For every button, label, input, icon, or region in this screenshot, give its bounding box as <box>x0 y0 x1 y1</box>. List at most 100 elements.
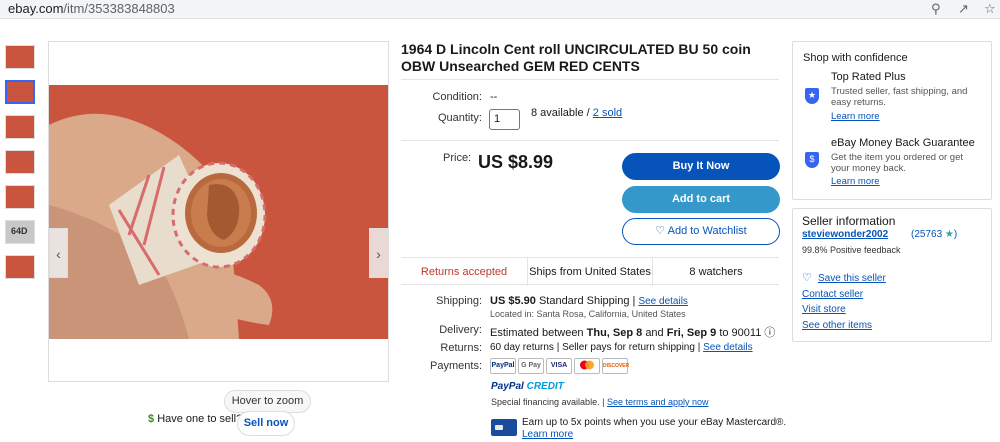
info-icon[interactable]: ⓘ <box>764 327 775 339</box>
condition-label: Condition: <box>432 91 482 103</box>
see-other-items-link[interactable]: See other items <box>802 320 872 331</box>
item-location: Located in: Santa Rosa, California, Unit… <box>490 309 686 319</box>
contact-seller-link[interactable]: Contact seller <box>802 289 863 300</box>
shipping-see-details-link[interactable]: See details <box>638 296 687 307</box>
item-title: 1964 D Lincoln Cent roll UNCIRCULATED BU… <box>401 41 751 74</box>
shipping-cost: US $5.90 <box>490 295 536 307</box>
returns-info: 60 day returns | Seller pays for return … <box>490 342 753 353</box>
thumbnail[interactable] <box>5 185 35 209</box>
add-to-watchlist-button[interactable]: ♡ Add to Watchlist <box>622 218 780 245</box>
shipping-method: Standard Shipping <box>538 295 630 307</box>
mastercard-promo: Earn up to 5x points when you use your e… <box>522 417 786 441</box>
previous-image-button[interactable]: ‹ <box>49 228 68 278</box>
google-pay-icon: G Pay <box>518 358 544 374</box>
financing-text: Special financing available. | <box>491 397 605 407</box>
returns-label: Returns: <box>440 342 482 354</box>
sell-now-button[interactable]: Sell now <box>237 411 295 436</box>
zoom-icon[interactable]: ⚲ <box>931 1 941 17</box>
price-value: US $8.99 <box>478 152 554 172</box>
payments-label: Payments: <box>430 360 482 372</box>
credit-card-icon <box>491 419 517 436</box>
top-rated-title: Top Rated Plus <box>831 71 906 83</box>
share-icon[interactable]: ↗ <box>958 1 969 17</box>
heart-icon: ♡ <box>655 225 666 237</box>
buy-it-now-button[interactable]: Buy It Now <box>622 153 780 180</box>
dollar-icon: $ <box>148 413 155 425</box>
shipping-info: US $5.90 Standard Shipping | See details <box>490 295 688 307</box>
mastercard-learn-more-link[interactable]: Learn more <box>522 429 786 441</box>
add-to-cart-button[interactable]: Add to cart <box>622 186 780 213</box>
thumbnail[interactable] <box>5 150 35 174</box>
thumbnail-selected[interactable] <box>5 80 35 104</box>
returns-see-details-link[interactable]: See details <box>703 342 752 353</box>
special-financing: Special financing available. | See terms… <box>491 397 709 407</box>
mastercard-icon <box>574 358 600 374</box>
separator: | <box>632 295 636 307</box>
money-back-shield-icon: $ <box>805 152 819 168</box>
delivery-label: Delivery: <box>439 324 482 336</box>
sold-link[interactable]: 2 sold <box>593 107 622 119</box>
thumbnail[interactable] <box>5 115 35 139</box>
payment-methods: PayPal G Pay VISA DISCOVER <box>490 358 630 374</box>
thumbnail-strip: 64D <box>5 45 37 290</box>
visa-icon: VISA <box>546 358 572 374</box>
hover-to-zoom-hint: Hover to zoom <box>224 390 311 413</box>
save-seller-heart-icon[interactable]: ♡ <box>802 271 812 284</box>
save-seller-link[interactable]: Save this seller <box>818 273 886 284</box>
condition-value: -- <box>490 91 498 103</box>
thumbnail-label: 64D <box>11 226 28 236</box>
sell-prompt: $ Have one to sell? <box>148 413 242 425</box>
paypal-icon: PayPal <box>490 358 516 374</box>
returns-text: 60 day returns | Seller pays for return … <box>490 342 701 353</box>
product-photo <box>49 85 388 339</box>
delivery-estimate: Estimated between Thu, Sep 8 and Fri, Se… <box>490 324 775 340</box>
sell-prompt-text: Have one to sell? <box>157 413 243 425</box>
delivery-zip: to 90011 <box>719 327 762 339</box>
bookmark-star-icon[interactable]: ☆ <box>984 1 996 17</box>
seller-name-link[interactable]: steviewonder2002 <box>802 229 888 240</box>
price-label: Price: <box>443 152 472 164</box>
ships-from: Ships from United States <box>527 258 653 286</box>
thumbnail[interactable] <box>5 45 35 69</box>
delivery-prefix: Estimated between <box>490 327 584 339</box>
divider <box>401 140 779 141</box>
stats-row: Returns accepted Ships from United State… <box>401 257 779 286</box>
url-host: ebay.com <box>8 1 64 16</box>
divider <box>401 79 779 80</box>
credit-word: CREDIT <box>526 381 564 392</box>
top-rated-desc: Trusted seller, fast shipping, and easy … <box>831 86 968 108</box>
url-text[interactable]: ebay.com/itm/353383848803 <box>8 1 175 16</box>
quantity-input[interactable]: 1 <box>489 109 520 130</box>
delivery-end: Fri, Sep 9 <box>666 327 717 339</box>
top-rated-learn-more-link[interactable]: Learn more <box>831 111 880 122</box>
delivery-start: Thu, Sep 8 <box>586 327 643 339</box>
availability: 8 available / 2 sold <box>531 107 622 119</box>
discover-icon: DISCOVER <box>602 358 629 374</box>
browser-url-bar[interactable]: ebay.com/itm/353383848803 ⚲ ↗ ☆ <box>0 0 1000 19</box>
paypal-credit-logo: PayPal CREDIT <box>491 381 564 392</box>
available-count: 8 available / <box>531 107 590 119</box>
financing-terms-link[interactable]: See terms and apply now <box>607 397 709 407</box>
next-image-button[interactable]: › <box>369 228 388 278</box>
mastercard-promo-text: Earn up to 5x points when you use your e… <box>522 417 787 428</box>
seller-heading: Seller information <box>802 214 896 228</box>
panel-heading: Shop with confidence <box>803 52 908 64</box>
shop-with-confidence-panel: Shop with confidence ★ Top Rated Plus Tr… <box>792 41 992 200</box>
main-image-viewer[interactable]: ‹ › Hover to zoom <box>48 41 389 413</box>
top-rated-badge-icon: ★ <box>805 88 819 104</box>
watchlist-label: Add to Watchlist <box>667 225 747 237</box>
coin-roll-illustration <box>49 85 388 339</box>
paypal-word: PayPal <box>491 381 524 392</box>
thumbnail[interactable] <box>5 255 35 279</box>
seller-feedback-score[interactable]: (25763 ★) <box>911 229 957 240</box>
visit-store-link[interactable]: Visit store <box>802 304 846 315</box>
feedback-count: (25763 <box>911 229 943 240</box>
money-back-learn-more-link[interactable]: Learn more <box>831 176 880 187</box>
thumbnail[interactable]: 64D <box>5 220 35 244</box>
seller-information-panel: Seller information steviewonder2002 (257… <box>792 208 992 342</box>
watchers-count: 8 watchers <box>689 266 743 278</box>
returns-accepted: Returns accepted <box>420 266 508 278</box>
delivery-and: and <box>645 327 664 339</box>
url-path: /itm/353383848803 <box>63 1 175 16</box>
money-back-title: eBay Money Back Guarantee <box>831 137 975 149</box>
